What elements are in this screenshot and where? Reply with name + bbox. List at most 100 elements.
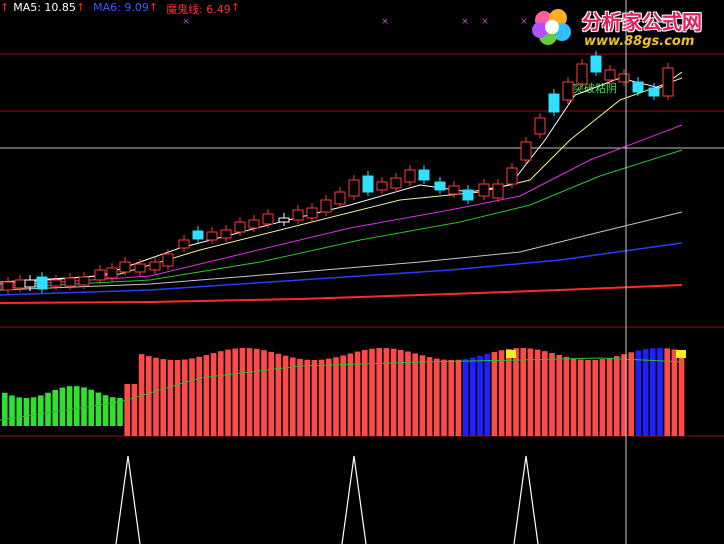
candle-body [149, 261, 161, 271]
signal-triangle [341, 455, 367, 544]
indicator-bar [426, 357, 433, 436]
candle-body [134, 263, 146, 273]
indicator-bar [390, 348, 397, 436]
indicator-bar [232, 348, 238, 436]
candle-body [2, 281, 14, 291]
marker-x: × [381, 17, 389, 27]
indicator-bar [311, 359, 318, 436]
candle-body [576, 63, 588, 85]
indicator-bar [477, 355, 483, 436]
indicator-bar [246, 348, 253, 436]
indicator-bar [513, 348, 519, 436]
candle-body [248, 219, 260, 229]
candle-body [334, 191, 346, 205]
candle-body [206, 231, 218, 241]
indicator-bar [268, 351, 274, 436]
indicator-bar [203, 355, 210, 436]
indicator-bar [95, 392, 102, 426]
marker-x: × [520, 17, 528, 27]
candle-body [434, 181, 446, 191]
indicator-bar [9, 395, 15, 426]
candle-body [278, 217, 290, 223]
indicator-bar [74, 386, 80, 426]
indicator-bar [38, 395, 44, 426]
ma-line [0, 71, 683, 283]
indicator-bar [556, 354, 562, 436]
marker-x: × [481, 17, 489, 27]
indicator-bar [570, 358, 577, 436]
candle-body [192, 230, 204, 240]
candle-body [50, 279, 62, 287]
indicator-bar [196, 356, 202, 436]
indicator-bar [491, 351, 498, 436]
indicator-bar [304, 359, 310, 436]
candle-body [24, 279, 36, 288]
indicator-bar [131, 384, 138, 436]
stock-chart[interactable]: × × × × × [0, 0, 724, 544]
indicator-bars [0, 348, 686, 436]
indicator-bar [498, 350, 505, 436]
indicator-bar [239, 348, 246, 436]
indicator-bar [182, 359, 188, 436]
candle-body [362, 175, 374, 193]
candle-body [520, 141, 532, 161]
candle-body [618, 73, 630, 83]
candle-body [106, 267, 118, 279]
indicator-bar [174, 359, 181, 436]
indicator-bar [585, 359, 591, 436]
candle-body [292, 209, 304, 221]
candle-body [604, 69, 616, 81]
indicator-bar [455, 359, 462, 436]
indicator-bar [412, 353, 418, 436]
indicator-bar [110, 397, 116, 426]
indicator-bar [290, 357, 296, 436]
candle-body [548, 93, 560, 113]
indicator-bar [189, 358, 195, 436]
indicator-bar [484, 353, 490, 436]
indicator-bar [369, 348, 375, 436]
indicator-bar [534, 349, 541, 436]
indicator-bar [23, 397, 30, 426]
indicator-bar [563, 356, 570, 436]
indicator-bar [52, 389, 58, 426]
indicator-bar [676, 350, 686, 358]
indicator-bar [218, 351, 224, 436]
indicator-bar [405, 351, 411, 436]
candle-body [36, 276, 48, 290]
signal-triangle [513, 455, 539, 544]
indicator-bar [542, 351, 548, 436]
indicator-bar [599, 359, 606, 436]
indicator-bar [326, 358, 332, 436]
candle-body [94, 269, 106, 281]
indicator-bar [635, 350, 642, 436]
indicator-bar [592, 359, 598, 436]
indicator-bar [88, 389, 94, 426]
indicator-bar [124, 384, 130, 436]
indicator-bar [362, 349, 368, 436]
indicator-bar [340, 355, 346, 436]
indicator-bar [261, 350, 267, 436]
ma-line [0, 124, 683, 287]
indicator-bar [376, 348, 382, 436]
candle-body [534, 117, 546, 135]
indicator-bar [347, 353, 354, 436]
candle-body [492, 183, 504, 199]
candle-body [376, 181, 388, 191]
candle-body [64, 277, 76, 287]
indicator-bar [333, 357, 339, 436]
candle-body [648, 87, 660, 97]
indicator-bar [650, 348, 656, 436]
indicator-bar [146, 356, 152, 436]
indicator-bar [254, 348, 260, 436]
candle-body [506, 167, 518, 185]
ma-line [0, 77, 683, 285]
indicator-bar [448, 359, 454, 436]
candle-body [404, 169, 416, 183]
indicator-bar [628, 352, 634, 436]
indicator-bar [66, 386, 73, 426]
signal-triangle [115, 455, 141, 544]
indicator-bar [520, 348, 526, 436]
indicator-bar [210, 353, 217, 436]
indicator-bar [297, 358, 303, 436]
indicator-bar [275, 353, 282, 436]
